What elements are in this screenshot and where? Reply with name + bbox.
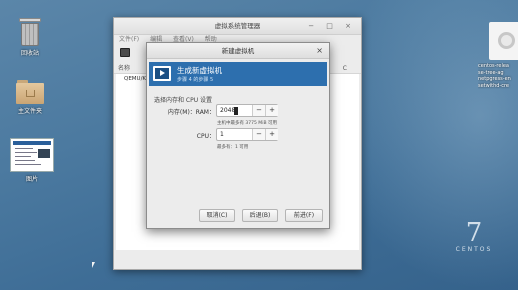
wizard-step: 步骤 4 的步骤 5: [177, 77, 214, 83]
section-label: 选择内存和 CPU 设置: [154, 97, 213, 104]
disc-image-file-icon[interactable]: [489, 22, 518, 60]
monitor-play-icon: [153, 66, 171, 81]
home-folder-label: 主文件夹: [17, 108, 42, 115]
new-vm-dialog: 新建虚拟机 × 生成新虚拟机 步骤 4 的步骤 5 选择内存和 CPU 设置 内…: [146, 42, 330, 229]
trash-desktop-icon[interactable]: 回收站: [6, 18, 54, 57]
file-label-line: setwithd-cre: [478, 82, 509, 89]
window-title: 虚拟系统管理器: [214, 22, 261, 30]
wizard-banner: 生成新虚拟机 步骤 4 的步骤 5: [149, 62, 327, 86]
forward-button[interactable]: 前进(F): [285, 209, 323, 222]
home-folder-desktop-icon[interactable]: 主文件夹: [6, 80, 54, 115]
home-folder-icon: [16, 80, 44, 104]
cpu-value[interactable]: 1: [220, 131, 224, 138]
centos-logo: 7 CENTOS: [444, 220, 504, 253]
cpu-available-note: 最多有：1 可用: [217, 145, 249, 150]
cancel-button[interactable]: 取消(C): [199, 209, 235, 222]
memory-stepper[interactable]: 2048 − +: [216, 104, 278, 117]
column-cpu-header[interactable]: C: [343, 64, 347, 74]
memory-value[interactable]: 2048: [220, 107, 235, 114]
cpu-stepper[interactable]: 1 − +: [216, 128, 278, 141]
picture-desktop-icon[interactable]: 图片: [8, 138, 56, 183]
close-icon[interactable]: ×: [316, 43, 323, 59]
memory-available-note: 主机中最多有 3775 MiB 可用: [217, 121, 277, 126]
cpu-label: CPU：: [196, 133, 215, 140]
back-button[interactable]: 后退(B): [242, 209, 278, 222]
banner-title: 生成新虚拟机: [177, 66, 222, 75]
trash-label: 回收站: [20, 50, 39, 57]
virt-manager-titlebar[interactable]: 虚拟系统管理器 − □ ×: [114, 18, 361, 35]
screenshot-thumbnail-icon: [10, 138, 54, 172]
memory-decrement-button[interactable]: −: [252, 105, 265, 116]
cpu-increment-button[interactable]: +: [265, 129, 278, 140]
memory-label: 内存(M)：RAM：: [167, 109, 215, 116]
column-name-header[interactable]: 名称: [118, 65, 130, 72]
memory-increment-button[interactable]: +: [265, 105, 278, 116]
trash-icon: [19, 18, 41, 46]
mouse-pointer-icon: [92, 262, 95, 268]
window-controls[interactable]: − □ ×: [308, 18, 356, 35]
centos-wordmark: CENTOS: [455, 246, 493, 253]
cpu-decrement-button[interactable]: −: [252, 129, 265, 140]
menu-file[interactable]: 文件(F): [119, 36, 139, 43]
monitor-icon[interactable]: [120, 48, 130, 57]
dialog-title: 新建虚拟机: [221, 47, 255, 55]
dialog-titlebar[interactable]: 新建虚拟机 ×: [147, 43, 329, 59]
disc-image-file-label: centos-relea se-tree-ag netpgress-en set…: [478, 63, 518, 89]
centos-version: 7: [465, 218, 483, 248]
text-cursor: [234, 107, 238, 115]
picture-label: 图片: [25, 176, 38, 183]
